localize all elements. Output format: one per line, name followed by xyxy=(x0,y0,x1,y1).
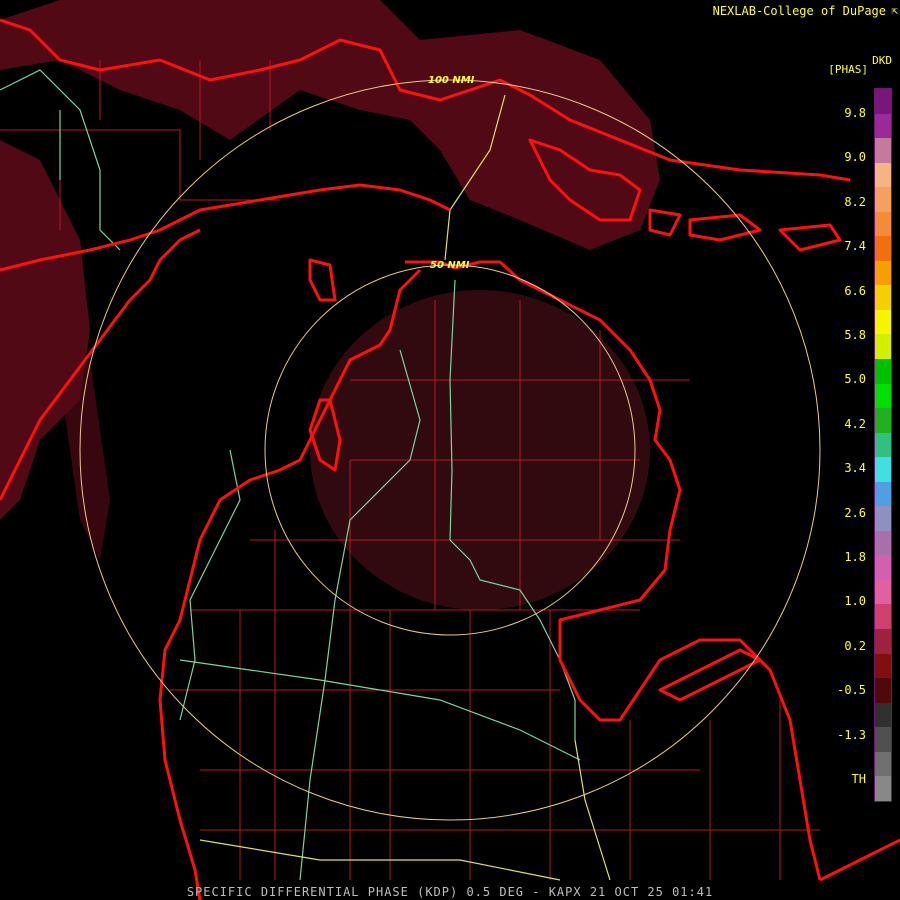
color-swatch xyxy=(875,285,891,310)
color-swatch xyxy=(875,138,891,163)
color-scale-tick: -1.3 xyxy=(837,727,866,742)
color-swatch xyxy=(875,260,891,286)
color-swatch xyxy=(875,506,891,531)
color-scale-tick: 3.4 xyxy=(844,461,866,476)
color-scale-tick: 9.0 xyxy=(844,150,866,165)
color-swatch xyxy=(875,776,891,801)
color-scale-tick: 1.8 xyxy=(844,550,866,564)
color-scale-bar xyxy=(874,88,892,802)
color-swatch xyxy=(875,359,891,384)
color-scale-tick: 5.0 xyxy=(844,372,866,387)
color-scale-tick: -0.5 xyxy=(837,683,866,698)
color-swatch xyxy=(875,481,891,507)
color-swatch xyxy=(875,530,891,556)
color-swatch xyxy=(875,236,891,261)
color-swatch xyxy=(875,702,891,728)
color-swatch xyxy=(875,408,891,433)
color-swatch xyxy=(875,187,891,212)
color-swatch xyxy=(875,579,891,605)
color-swatch xyxy=(875,629,891,654)
radar-speckle-field xyxy=(310,290,650,610)
color-swatch xyxy=(875,334,891,360)
product-code-label: DKD xyxy=(872,54,892,67)
color-swatch xyxy=(875,309,891,335)
color-scale-tick: 0.2 xyxy=(844,638,866,653)
external-link-icon[interactable]: ⇱ xyxy=(891,4,898,17)
color-scale-tick: 1.0 xyxy=(844,594,866,609)
color-scale-tick: TH xyxy=(851,772,866,786)
color-swatch xyxy=(875,89,891,114)
color-scale-tick: 7.4 xyxy=(844,239,866,254)
ring-label-100: 100 NMI xyxy=(428,75,475,86)
ring-label-50: 50 NMI xyxy=(430,260,470,271)
radar-map: 100 NMI 50 NMI xyxy=(0,0,900,900)
color-swatch xyxy=(875,604,891,630)
color-swatch xyxy=(875,432,891,458)
product-caption: SPECIFIC DIFFERENTIAL PHASE (KDP) 0.5 DE… xyxy=(186,885,714,899)
color-swatch xyxy=(875,211,891,237)
color-swatch xyxy=(875,113,891,139)
color-scale-tick: 5.8 xyxy=(844,328,866,342)
color-scale-tick: 8.2 xyxy=(844,194,866,209)
color-scale-tick: 9.8 xyxy=(844,106,866,120)
color-swatch xyxy=(875,751,891,777)
color-swatch xyxy=(875,162,891,188)
color-scale-tick: 6.6 xyxy=(844,283,866,298)
credit-link[interactable]: NEXLAB-College of DuPage xyxy=(713,4,886,18)
color-scale-tick: 4.2 xyxy=(844,416,866,431)
color-swatch xyxy=(875,727,891,752)
color-swatch xyxy=(875,383,891,409)
color-swatch xyxy=(875,678,891,703)
units-label: [PHAS] xyxy=(828,63,868,76)
color-swatch xyxy=(875,555,891,580)
color-scale-tick: 2.6 xyxy=(844,505,866,520)
color-swatch xyxy=(875,653,891,679)
color-swatch xyxy=(875,457,891,482)
